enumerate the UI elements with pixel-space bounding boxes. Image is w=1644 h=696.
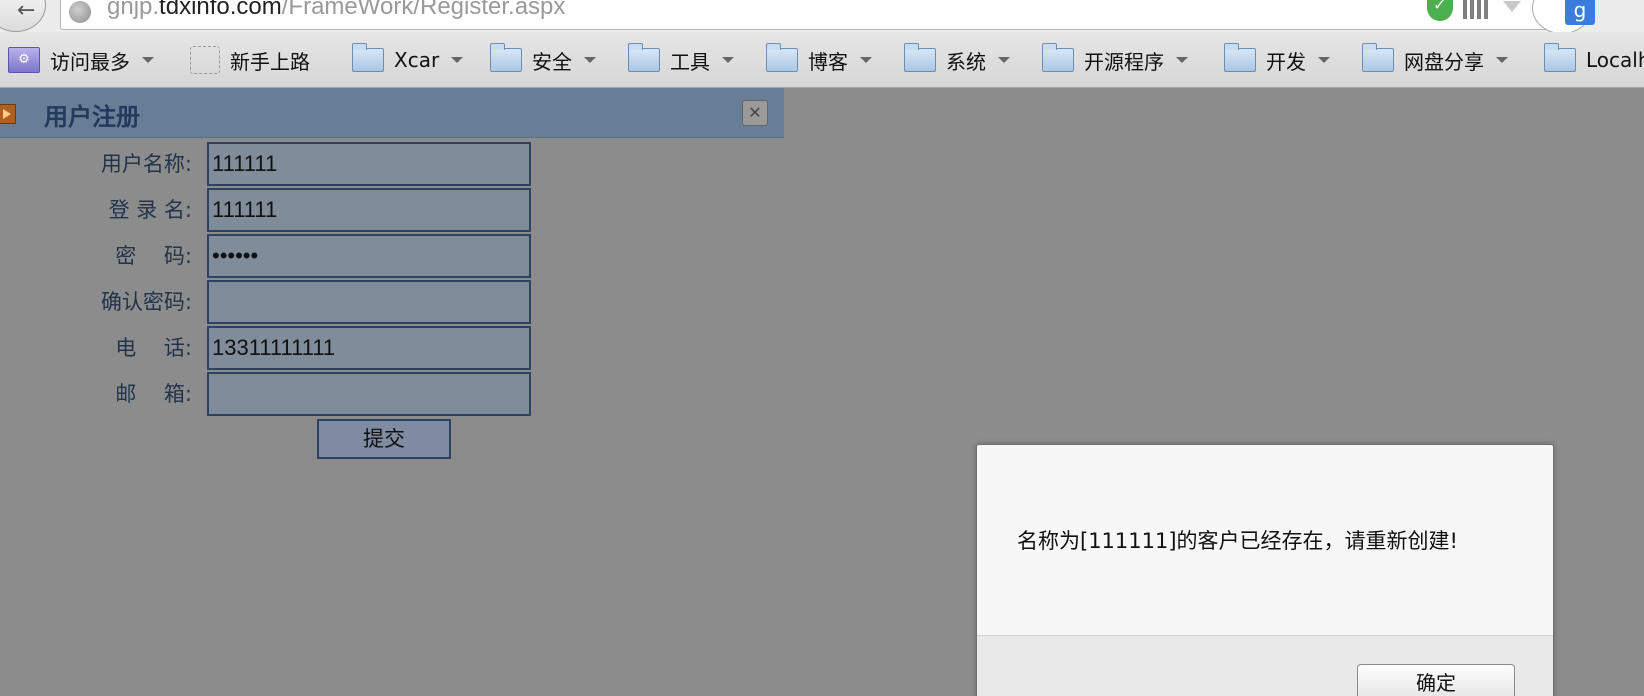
ok-button[interactable]: 确定 [1357, 664, 1515, 696]
chevron-down-icon [142, 57, 154, 63]
google-icon: g [1565, 0, 1595, 25]
address-bar: ← gnjp.tdxinfo.com/FrameWork/Register.as… [0, 0, 1644, 34]
bookmark-open-source[interactable]: 开源程序 [1042, 43, 1188, 74]
phone-label: 电 话: [115, 336, 192, 360]
confirm-password-field[interactable] [207, 280, 531, 324]
chevron-down-icon [860, 57, 872, 63]
bookmark-xcar[interactable]: Xcar [352, 43, 464, 74]
bookmark-localhost[interactable]: Localh [1544, 43, 1644, 74]
register-panel-header: 用户注册 ✕ [0, 88, 784, 138]
url-prefix: gnjp. [107, 0, 160, 20]
chevron-down-icon [1318, 57, 1330, 63]
bookmark-label: Xcar [394, 48, 440, 72]
email-label: 邮 箱: [115, 382, 192, 406]
bookmark-label: 工具 [670, 49, 710, 74]
most-visited-icon: ⚙ [8, 47, 40, 73]
url-dropdown-icon[interactable] [1503, 1, 1521, 12]
password-label: 密 码: [115, 244, 192, 268]
bookmark-label: 开源程序 [1084, 49, 1164, 74]
back-button[interactable]: ← [0, 0, 46, 32]
folder-icon [628, 43, 660, 72]
bookmark-development[interactable]: 开发 [1224, 43, 1330, 74]
bookmark-label: 访问最多 [50, 49, 130, 74]
bookmark-label: 网盘分享 [1404, 49, 1484, 74]
panel-title: 用户注册 [44, 103, 140, 131]
submit-button[interactable]: 提交 [317, 419, 451, 459]
bookmark-label: 开发 [1266, 49, 1306, 74]
bookmark-system[interactable]: 系统 [904, 43, 1010, 74]
url-domain: tdxinfo.com [159, 0, 282, 20]
folder-icon [1544, 43, 1576, 72]
chevron-down-icon [998, 57, 1010, 63]
back-arrow-icon: ← [17, 0, 36, 23]
folder-icon [766, 43, 798, 72]
bookmark-label: 博客 [808, 49, 848, 74]
alert-dialog: 名称为[111111]的客户已经存在，请重新创建! 确定 [976, 444, 1554, 696]
folder-icon [352, 43, 384, 72]
globe-icon [69, 1, 91, 23]
bookmark-label: 新手上路 [230, 49, 310, 74]
bookmark-label: 安全 [532, 49, 572, 74]
close-icon[interactable]: ✕ [742, 100, 768, 126]
blank-page-icon [190, 46, 220, 74]
url-text[interactable]: gnjp.tdxinfo.com/FrameWork/Register.aspx [107, 0, 565, 21]
alert-footer: 确定 [977, 635, 1553, 696]
shield-icon[interactable] [1427, 0, 1453, 21]
expand-arrow-icon[interactable] [0, 104, 16, 124]
bookmark-most-visited[interactable]: ⚙ 访问最多 [8, 46, 154, 74]
bookmark-blog[interactable]: 博客 [766, 43, 872, 74]
bookmarks-bar: ⚙ 访问最多 新手上路 Xcar 安全 工具 博客 系统 开源程序 开发 网盘分… [0, 32, 1644, 88]
qr-code-icon[interactable] [1463, 0, 1489, 19]
chevron-down-icon [1176, 57, 1188, 63]
alert-message: 名称为[111111]的客户已经存在，请重新创建! [1017, 529, 1458, 553]
chevron-down-icon [451, 57, 464, 63]
email-field[interactable] [207, 372, 531, 416]
folder-icon [1042, 43, 1074, 72]
bookmark-cloud-share[interactable]: 网盘分享 [1362, 43, 1508, 74]
bookmark-label: 系统 [946, 49, 986, 74]
login-label: 登 录 名: [108, 198, 192, 222]
password-field[interactable]: •••••• [207, 234, 531, 278]
bookmark-getting-started[interactable]: 新手上路 [190, 46, 310, 74]
username-field[interactable]: 111111 [207, 142, 531, 186]
folder-icon [1224, 43, 1256, 72]
bookmark-security[interactable]: 安全 [490, 43, 596, 74]
chevron-down-icon [722, 57, 734, 63]
chevron-down-icon [1496, 57, 1508, 63]
folder-icon [1362, 43, 1394, 72]
username-label: 用户名称: [100, 152, 192, 176]
bookmark-tools[interactable]: 工具 [628, 43, 734, 74]
phone-field[interactable]: 13311111111 [207, 326, 531, 370]
chevron-down-icon [584, 57, 596, 63]
folder-icon [904, 43, 936, 72]
url-field[interactable]: gnjp.tdxinfo.com/FrameWork/Register.aspx… [60, 0, 1557, 30]
login-name-field[interactable]: 111111 [207, 188, 531, 232]
url-path: /FrameWork/Register.aspx [281, 0, 566, 20]
confirm-password-label: 确认密码: [100, 290, 192, 314]
bookmark-label: Localh [1586, 48, 1644, 72]
folder-icon [490, 43, 522, 72]
